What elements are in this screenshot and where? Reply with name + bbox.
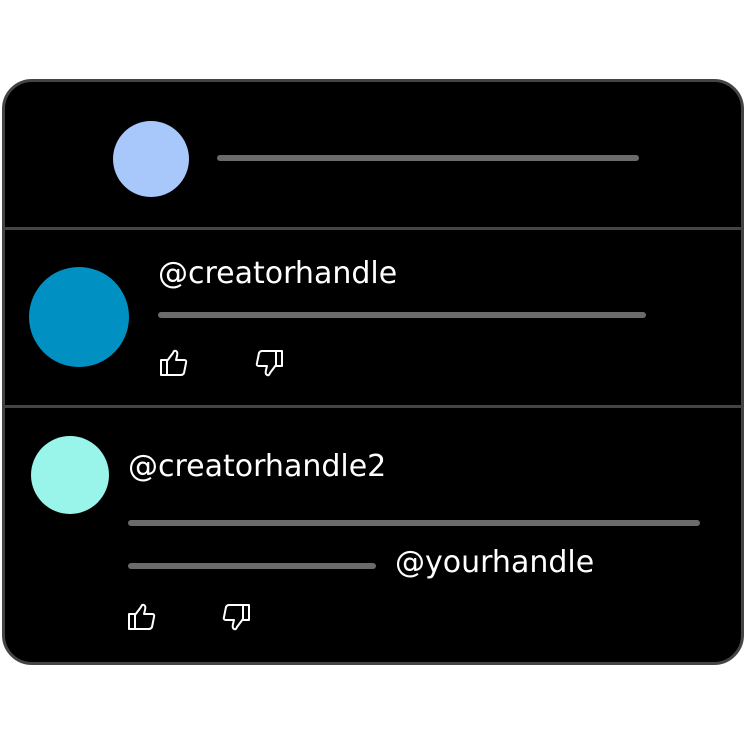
comments-panel: @creatorhandle @creatorhandle2 @yourhand… bbox=[2, 79, 744, 665]
commenter-handle: @creatorhandle2 bbox=[128, 449, 387, 484]
thumbs-down-icon[interactable] bbox=[220, 601, 252, 633]
comment-text-placeholder-line bbox=[158, 312, 646, 318]
thumbs-up-icon[interactable] bbox=[126, 601, 158, 633]
commenter-handle: @creatorhandle bbox=[158, 256, 398, 291]
commenter-avatar bbox=[31, 436, 109, 514]
comment-text-placeholder-line bbox=[128, 563, 376, 569]
thumbs-up-icon[interactable] bbox=[158, 347, 190, 379]
comment-input-placeholder-line[interactable] bbox=[217, 155, 639, 161]
mention-handle[interactable]: @yourhandle bbox=[395, 548, 594, 578]
comment-text-placeholder-line bbox=[128, 520, 700, 526]
commenter-avatar bbox=[29, 267, 129, 367]
current-user-avatar bbox=[113, 121, 189, 197]
comment-composer[interactable] bbox=[5, 82, 741, 227]
thumbs-down-icon[interactable] bbox=[253, 347, 285, 379]
comment-item: @creatorhandle bbox=[5, 230, 741, 405]
comment-item: @creatorhandle2 @yourhandle bbox=[5, 408, 741, 662]
